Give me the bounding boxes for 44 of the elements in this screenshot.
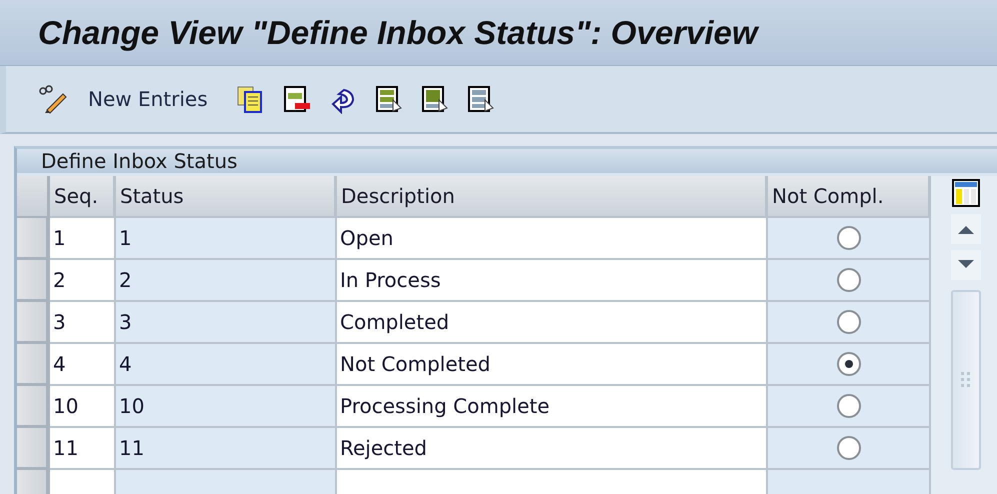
new-entries-button[interactable]: New Entries	[82, 83, 214, 115]
table-cell: 1	[50, 218, 116, 260]
table-cell: 4	[116, 344, 337, 386]
caret-down-icon	[958, 260, 974, 270]
table-cell: 1	[116, 218, 337, 260]
table-cell: 3	[50, 302, 116, 344]
table-cell: 10	[116, 386, 337, 428]
column-settings-icon[interactable]	[950, 178, 980, 208]
table-cell: 11	[116, 428, 337, 470]
table-cell: 4	[50, 344, 116, 386]
table-cell: In Process	[337, 260, 768, 302]
row-selector[interactable]	[17, 344, 50, 386]
radio-button[interactable]	[836, 394, 860, 418]
column-header[interactable]: Seq.	[50, 176, 116, 218]
row-selector[interactable]	[17, 260, 50, 302]
row-selector[interactable]	[17, 218, 50, 260]
scroll-up-button[interactable]	[950, 214, 980, 244]
column-header[interactable]: Not Compl.	[768, 176, 931, 218]
table-cell: Open	[337, 218, 768, 260]
table-cell: Not Completed	[337, 344, 768, 386]
column-header[interactable]: Status	[116, 176, 337, 218]
table-cell: 3	[116, 302, 337, 344]
radio-button[interactable]	[836, 352, 860, 376]
row-selector[interactable]	[17, 386, 50, 428]
radio-button[interactable]	[836, 268, 860, 292]
radio-button[interactable]	[836, 226, 860, 250]
caret-up-icon	[958, 224, 974, 234]
table-cell: 10	[50, 386, 116, 428]
panel-title: Define Inbox Status	[41, 149, 238, 173]
select-all-header[interactable]	[17, 176, 50, 218]
row-selector[interactable]	[17, 428, 50, 470]
table-cell: 11	[50, 428, 116, 470]
scroll-thumb[interactable]	[950, 290, 980, 470]
table-cell: Rejected	[337, 428, 768, 470]
table-cell: 2	[116, 260, 337, 302]
table-cell: Processing Complete	[337, 386, 768, 428]
row-selector[interactable]	[17, 302, 50, 344]
window-title: Change View "Define Inbox Status": Overview	[38, 14, 758, 52]
scroll-down-button[interactable]	[950, 250, 980, 280]
table-cell: Completed	[337, 302, 768, 344]
table-cell: 2	[50, 260, 116, 302]
column-header[interactable]: Description	[337, 176, 768, 218]
radio-button[interactable]	[836, 436, 860, 460]
radio-button[interactable]	[836, 310, 860, 334]
